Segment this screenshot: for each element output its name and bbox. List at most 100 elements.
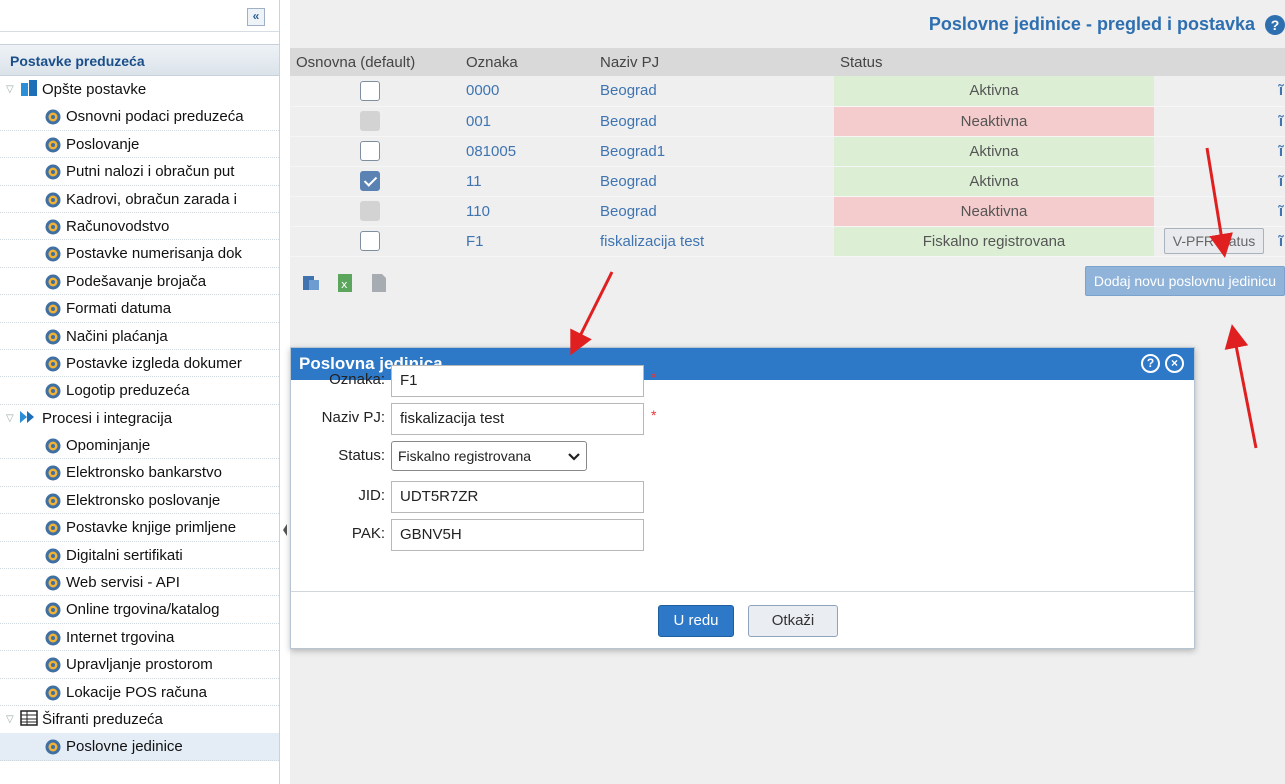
jid-label: JID: <box>358 487 385 504</box>
name-cell[interactable]: fiskalizacija test <box>594 226 834 257</box>
expand-toggle-icon[interactable]: ▽ <box>6 405 16 432</box>
name-cell[interactable]: Beograd1 <box>594 136 834 167</box>
tree-item[interactable]: Internet trgovina <box>0 624 279 652</box>
table-row[interactable]: 110 Beograd Neaktivna ĩ <box>290 196 1285 227</box>
status-cell: Fiskalno registrovana <box>834 226 1154 257</box>
status-select[interactable]: Fiskalno registrovana <box>391 441 587 471</box>
name-cell[interactable]: Beograd <box>594 106 834 137</box>
ok-button[interactable]: U redu <box>658 605 734 637</box>
tree-item[interactable]: Elektronsko bankarstvo <box>0 459 279 487</box>
cancel-button[interactable]: Otkaži <box>748 605 838 637</box>
trash-icon[interactable]: ĩ <box>1274 106 1285 137</box>
document-icon[interactable] <box>370 273 388 293</box>
export-icon[interactable] <box>302 273 320 293</box>
add-business-unit-button[interactable]: Dodaj novu poslovnu jedinicu <box>1084 266 1285 296</box>
tree-item[interactable]: Postavke numerisanja dok <box>0 240 279 268</box>
default-checkbox[interactable] <box>360 141 380 161</box>
tree-item-label: Podešavanje brojača <box>66 272 207 290</box>
tree-item[interactable]: Podešavanje brojača <box>0 268 279 296</box>
trash-icon[interactable]: ĩ <box>1274 76 1285 107</box>
tree-item[interactable]: Upravljanje prostorom <box>0 651 279 679</box>
gear-icon <box>45 438 61 454</box>
tree-item[interactable]: Kadrovi, obračun zarada i <box>0 186 279 213</box>
tree-item-label: Poslovanje <box>66 135 140 153</box>
tree-item-label: Opominjanje <box>66 437 151 455</box>
name-cell[interactable]: Beograd <box>594 76 834 107</box>
tree-item[interactable]: Opominjanje <box>0 432 279 460</box>
tree-item[interactable]: Računovodstvo <box>0 213 279 241</box>
tree-item[interactable]: Online trgovina/katalog <box>0 596 279 624</box>
field-row-status: Status: Fiskalno registrovana <box>291 441 691 473</box>
tree-item[interactable]: Logotip preduzeća <box>0 377 279 405</box>
trash-icon[interactable]: ĩ <box>1274 226 1285 257</box>
trash-icon[interactable]: ĩ <box>1274 166 1285 197</box>
jid-input[interactable]: UDT5R7ZR <box>391 481 644 513</box>
status-cell: Aktivna <box>834 166 1154 197</box>
code-cell: F1 <box>460 226 594 257</box>
excel-icon[interactable]: x <box>336 273 354 293</box>
oznaka-input[interactable]: F1 <box>391 365 644 397</box>
tree-group[interactable]: ▽ Opšte postavke <box>0 76 279 103</box>
gear-icon <box>45 383 61 399</box>
tree-item[interactable]: Poslovanje <box>0 131 279 159</box>
collapse-sidebar-button[interactable]: « <box>247 8 265 26</box>
tree-item-label: Internet trgovina <box>66 628 175 646</box>
gear-icon <box>45 274 61 290</box>
column-header-status[interactable]: Status <box>834 48 1154 76</box>
gear-icon <box>45 548 61 564</box>
required-marker: * <box>651 369 657 385</box>
gear-icon <box>45 301 61 317</box>
status-cell: Aktivna <box>834 136 1154 167</box>
tree-item[interactable]: Formati datuma <box>0 295 279 323</box>
default-checkbox[interactable] <box>360 231 380 251</box>
table-row[interactable]: 11 Beograd Aktivna ĩ <box>290 166 1285 197</box>
expand-toggle-icon[interactable]: ▽ <box>6 76 16 103</box>
default-checkbox[interactable] <box>360 80 380 101</box>
default-checkbox[interactable] <box>360 171 380 191</box>
settings-tree: ▽ Opšte postavke Osnovni podaci preduzeća P… <box>0 76 279 761</box>
tree-item[interactable]: Postavke knjige primljene <box>0 514 279 542</box>
table-row[interactable]: 001 Beograd Neaktivna ĩ <box>290 106 1285 137</box>
tree-item-label: Online trgovina/katalog <box>66 601 220 619</box>
gear-icon <box>45 739 61 755</box>
tree-item[interactable]: Postavke izgleda dokumer <box>0 350 279 378</box>
tree-item[interactable]: Web servisi - API <box>0 569 279 597</box>
column-header-name[interactable]: Naziv PJ <box>594 48 834 76</box>
gear-icon <box>45 329 61 345</box>
tree-item-label: Poslovne jedinice <box>66 738 183 756</box>
column-header-default[interactable]: Osnovna (default) <box>290 48 460 76</box>
trash-icon[interactable]: ĩ <box>1274 196 1285 227</box>
tree-item[interactable]: Poslovne jedinice <box>0 733 279 761</box>
dialog-close-icon[interactable]: × <box>1165 354 1184 373</box>
table-row[interactable]: 0000 Beograd Aktivna ĩ <box>290 76 1285 107</box>
table-row[interactable]: F1 fiskalizacija test Fiskalno registrovan… <box>290 226 1285 257</box>
help-icon[interactable]: ? <box>1265 15 1285 35</box>
tree-item[interactable]: Načini plaćanja <box>0 323 279 350</box>
trash-icon[interactable]: ĩ <box>1274 136 1285 167</box>
default-checkbox <box>360 111 380 131</box>
pak-input[interactable]: GBNV5H <box>391 519 644 551</box>
tree-item[interactable]: Putni nalozi i obračun put <box>0 158 279 186</box>
tree-group[interactable]: ▽ Šifranti preduzeća <box>0 706 279 733</box>
name-cell[interactable]: Beograd <box>594 166 834 197</box>
default-cell <box>290 166 460 197</box>
vpfr-status-button[interactable]: V-PFR status <box>1163 227 1265 254</box>
business-units-table: Osnovna (default) Oznaka Naziv PJ Status… <box>290 48 1285 257</box>
sidebar: « Postavke preduzeća ▽ Opšte postavke Osno… <box>0 0 280 784</box>
tree-group[interactable]: ▽ Procesi i integracija <box>0 405 279 432</box>
tree-item-label: Web servisi - API <box>66 574 180 592</box>
tree-item[interactable]: Osnovni podaci preduzeća <box>0 103 279 131</box>
tree-group-label: Šifranti preduzeća <box>42 710 163 728</box>
sidebar-header[interactable]: Postavke preduzeća <box>0 44 279 76</box>
tree-item[interactable]: Lokacije POS računa <box>0 679 279 706</box>
column-header-code[interactable]: Oznaka <box>460 48 594 76</box>
naziv-input[interactable]: fiskalizacija test <box>391 403 644 435</box>
dialog-help-icon[interactable]: ? <box>1141 354 1160 373</box>
tree-item[interactable]: Elektronsko poslovanje <box>0 487 279 515</box>
tree-item[interactable]: Digitalni sertifikati <box>0 542 279 570</box>
tree-group-label: Procesi i integracija <box>42 409 173 427</box>
table-row[interactable]: 081005 Beograd1 Aktivna ĩ <box>290 136 1285 167</box>
name-cell[interactable]: Beograd <box>594 196 834 227</box>
sidebar-resize-handle[interactable] <box>280 510 290 550</box>
expand-toggle-icon[interactable]: ▽ <box>6 706 16 733</box>
